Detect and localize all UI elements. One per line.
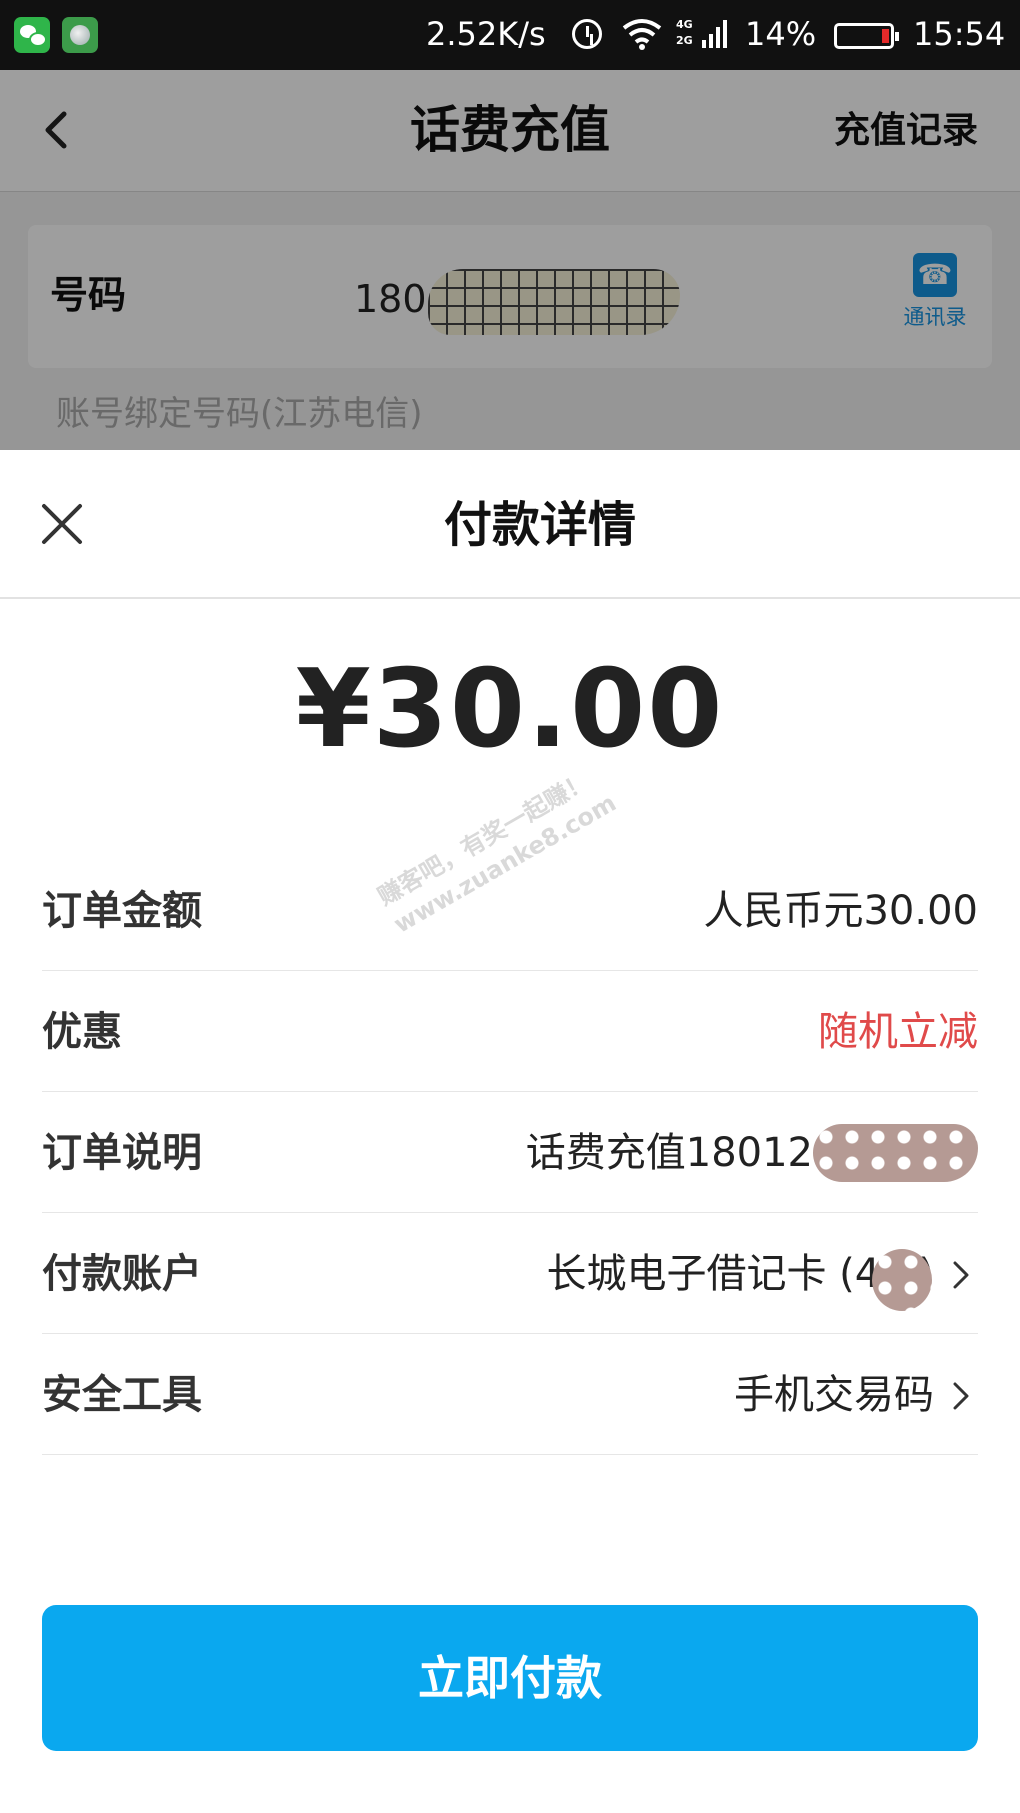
discount-row: 优惠 随机立减 — [42, 971, 978, 1092]
network-speed: 2.52K/s — [426, 15, 546, 53]
sheet-title: 付款详情 — [443, 497, 636, 553]
security-tool-row[interactable]: 安全工具 手机交易码 — [42, 1334, 978, 1455]
modal-backdrop[interactable] — [0, 70, 1020, 450]
row-label: 安全工具 — [42, 1372, 202, 1418]
row-label: 订单金额 — [42, 888, 202, 934]
battery-icon — [834, 23, 899, 49]
status-bar: 2.52K/s 4G 2G 14% 15:54 — [0, 0, 1020, 70]
signal-icon: 4G 2G — [676, 16, 730, 52]
payment-account-row[interactable]: 付款账户 长城电子借记卡 (47 ) — [42, 1213, 978, 1334]
order-description-row: 订单说明 话费充值18012 — [42, 1092, 978, 1213]
row-label: 订单说明 — [42, 1130, 202, 1176]
redaction-mask — [872, 1249, 932, 1311]
clock: 15:54 — [913, 15, 1006, 53]
row-label: 付款账户 — [42, 1251, 202, 1297]
discount-value: 随机立减 — [818, 1009, 978, 1055]
payment-amount: ¥30.00 — [295, 647, 725, 772]
row-value: 人民币元30.00 — [703, 888, 978, 934]
wifi-icon — [622, 19, 662, 50]
wechat-icon — [14, 17, 50, 53]
row-value: 话费充值18012 — [525, 1130, 813, 1176]
app-icon — [62, 17, 98, 53]
row-label: 优惠 — [42, 1009, 122, 1055]
alarm-icon — [572, 19, 602, 49]
sheet-header: 付款详情 — [0, 450, 1020, 599]
chevron-right-icon — [953, 1382, 969, 1410]
pay-now-button[interactable]: 立即付款 — [42, 1605, 978, 1751]
network-type-4g: 4G — [676, 18, 693, 31]
row-value: 手机交易码 — [734, 1372, 934, 1418]
chevron-right-icon — [953, 1261, 969, 1289]
battery-percent: 14% — [745, 15, 817, 53]
payment-info-list: 订单金额 人民币元30.00 优惠 随机立减 订单说明 话费充值18012 付款… — [42, 850, 978, 1455]
payment-details-sheet: 付款详情 ¥30.00 订单金额 人民币元30.00 优惠 随机立减 订单说明 … — [0, 450, 1020, 1813]
redaction-mask — [813, 1124, 978, 1182]
network-type-2g: 2G — [676, 34, 693, 47]
